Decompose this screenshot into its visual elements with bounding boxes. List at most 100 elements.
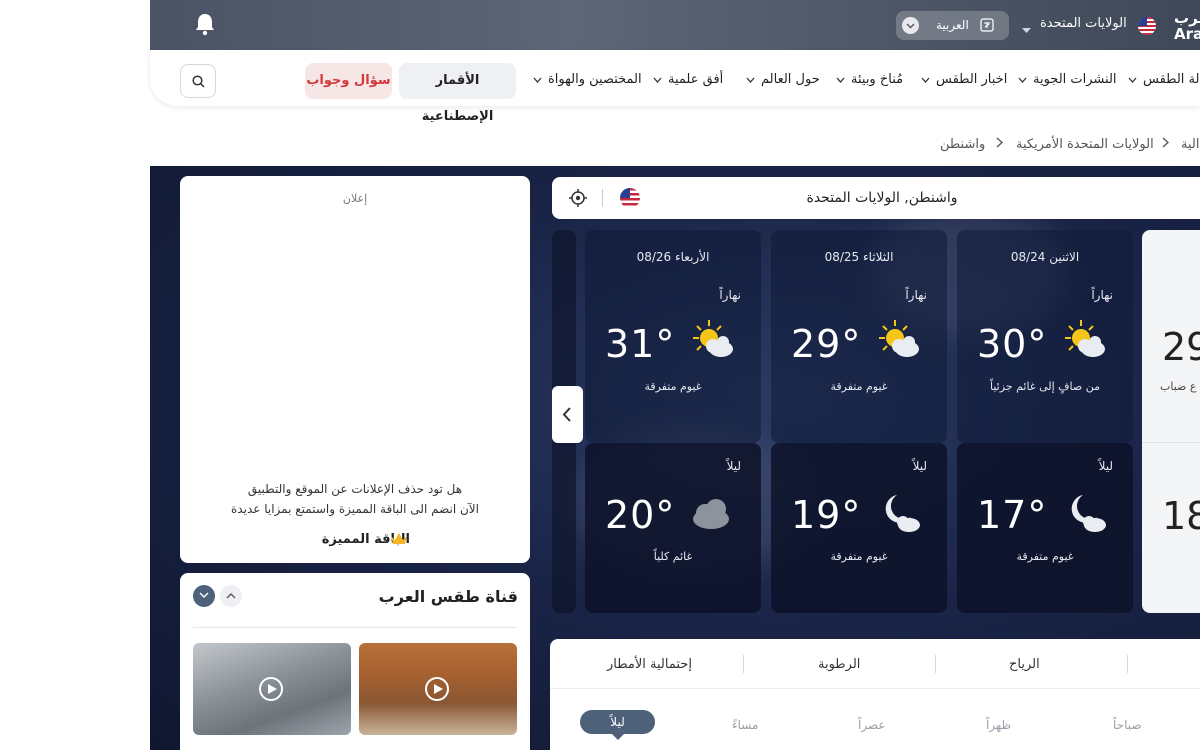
nav-label: أفق علمية xyxy=(668,72,724,87)
nav-item-climate[interactable]: مُناخ وبيئة xyxy=(836,72,903,87)
search-button[interactable] xyxy=(180,64,216,98)
forecast-day-card[interactable]: الاثنين 08/24 نهاراً 30° من صافٍ إلى غائ… xyxy=(957,230,1133,443)
us-flag-icon xyxy=(620,188,640,208)
night-temperature: 20° xyxy=(605,493,676,537)
night-temperature: 19° xyxy=(791,493,862,537)
nav-item-bulletins[interactable]: النشرات الجوية xyxy=(1018,72,1117,87)
chevron-up-icon xyxy=(226,593,236,599)
language-label: العربية xyxy=(936,18,969,32)
night-condition: غيوم متفرقة xyxy=(1016,550,1074,563)
tab-rain-probability[interactable]: إحتمالية الأمطار xyxy=(607,657,692,672)
night-period-label: ليلاً xyxy=(912,459,927,473)
logo-arabic: عرب xyxy=(1174,9,1200,27)
tab-humidity[interactable]: الرطوبة xyxy=(818,657,860,672)
day-temperature: 30° xyxy=(977,322,1048,366)
chevron-down-icon xyxy=(836,72,845,87)
chevron-left-icon xyxy=(562,407,571,422)
nav-label: مُناخ وبيئة xyxy=(851,72,904,87)
location-bar: واشنطن, الولايات المتحدة xyxy=(552,177,1200,219)
nav-item-world[interactable]: حول العالم xyxy=(746,72,820,87)
nav-label: النشرات الجوية xyxy=(1033,72,1117,87)
forecast-date: الأربعاء 08/26 xyxy=(636,250,710,264)
bell-icon[interactable] xyxy=(194,12,216,36)
forecast-date: الاثنين 08/24 xyxy=(1010,250,1080,264)
sun-cloud-icon xyxy=(685,318,737,364)
video-thumbnail[interactable] xyxy=(359,643,517,735)
day-period-label: نهاراً xyxy=(1091,288,1113,302)
forecast-prev-button[interactable] xyxy=(552,386,583,443)
play-icon xyxy=(425,677,449,701)
sun-cloud-icon xyxy=(871,318,923,364)
time-of-day-morning[interactable]: صباحاً xyxy=(1113,718,1142,732)
ad-label: إعلان xyxy=(342,192,368,205)
scroll-up-button[interactable] xyxy=(220,585,242,607)
day-condition: غيوم متفرقة xyxy=(830,380,888,393)
day-temperature: 29° xyxy=(791,322,862,366)
tab-wind[interactable]: الرياح xyxy=(1009,657,1040,672)
top-bar: العربية الولايات المتحدة عرب Ara xyxy=(150,0,1200,50)
forecast-night-card[interactable]: ليلاً 17° غيوم متفرقة xyxy=(957,443,1133,613)
nav-item-weather[interactable]: الة الطقس xyxy=(1128,72,1200,87)
current-day-temperature: 29 xyxy=(1162,325,1200,369)
divider xyxy=(550,688,1200,689)
chevron-down-icon xyxy=(1128,72,1137,87)
separator xyxy=(935,655,936,673)
forecast-day-card[interactable]: الأربعاء 08/26 نهاراً 31° غيوم متفرقة xyxy=(585,230,761,443)
forecast-night-card[interactable]: ليلاً 19° غيوم متفرقة xyxy=(771,443,947,613)
breadcrumb-item-city[interactable]: واشنطن xyxy=(940,137,985,152)
video-thumbnail[interactable] xyxy=(193,643,351,735)
satellites-button[interactable]: الأقمار الإصطناعية xyxy=(399,63,516,124)
day-period-label: نهاراً xyxy=(905,288,927,302)
premium-link[interactable]: الباقة المميزة xyxy=(300,532,410,547)
language-selector[interactable]: العربية xyxy=(896,11,1009,40)
current-night-temperature: 18 xyxy=(1162,494,1200,538)
cloud-icon xyxy=(685,491,737,537)
qa-button[interactable]: سؤال وجواب xyxy=(305,63,392,99)
current-weather-card[interactable]: 29 ع ضباب 18 xyxy=(1142,230,1200,613)
chevron-down-icon xyxy=(746,72,755,87)
crown-icon xyxy=(390,532,408,550)
moon-cloud-icon xyxy=(1057,491,1109,537)
breadcrumb-item-country[interactable]: الولايات المتحدة الأمريكية xyxy=(1016,137,1154,152)
chevron-down-icon xyxy=(902,17,919,34)
nav-label: المختصين والهواة xyxy=(548,72,642,87)
channel-title: قناة طقس العرب xyxy=(378,587,518,606)
day-temperature: 31° xyxy=(605,322,676,366)
nav-item-news[interactable]: اخبار الطقس xyxy=(921,72,1007,87)
chevron-down-icon xyxy=(1018,72,1027,87)
caret-down-icon xyxy=(1022,23,1031,38)
nav-label: حول العالم xyxy=(761,72,820,87)
ad-message-line1: هل تود حذف الإعلانات عن الموقع والتطبيق xyxy=(247,482,463,496)
logo-english: Ara xyxy=(1174,25,1200,43)
forecast-date: الثلاثاء 08/25 xyxy=(824,250,894,264)
time-of-day-afternoon[interactable]: عصراً xyxy=(858,718,886,732)
night-temperature: 17° xyxy=(977,493,1048,537)
country-label: الولايات المتحدة xyxy=(1040,16,1127,31)
night-period-label: ليلاً xyxy=(1098,459,1113,473)
nav-item-science[interactable]: أفق علمية xyxy=(653,72,723,87)
time-of-day-noon[interactable]: ظهراً xyxy=(986,718,1011,732)
chevron-down-icon xyxy=(653,72,662,87)
location-name[interactable]: واشنطن, الولايات المتحدة xyxy=(732,190,1032,206)
us-flag-icon xyxy=(1138,17,1156,35)
time-of-day-evening[interactable]: مساءً xyxy=(732,718,758,732)
chevron-right-icon xyxy=(996,137,1004,152)
day-period-label: نهاراً xyxy=(719,288,741,302)
chevron-down-icon xyxy=(921,72,930,87)
ad-panel: إعلان هل تود حذف الإعلانات عن الموقع وال… xyxy=(180,176,530,563)
chevron-down-icon xyxy=(533,72,542,87)
divider xyxy=(1142,442,1200,443)
site-logo[interactable]: عرب Ara xyxy=(1174,10,1200,42)
locate-me-icon[interactable] xyxy=(568,188,588,212)
forecast-night-card[interactable]: ليلاً 20° غائم كلياً xyxy=(585,443,761,613)
nav-label: الة الطقس xyxy=(1143,72,1200,87)
nav-item-specialists[interactable]: المختصين والهواة xyxy=(533,72,642,87)
search-icon xyxy=(192,75,205,88)
separator xyxy=(1127,655,1128,673)
time-of-day-night[interactable]: ليلاً xyxy=(580,710,655,740)
forecast-day-card[interactable]: الثلاثاء 08/25 نهاراً 29° غيوم متفرقة xyxy=(771,230,947,443)
separator xyxy=(743,655,744,673)
day-condition: غيوم متفرقة xyxy=(644,380,702,393)
scroll-down-button[interactable] xyxy=(193,585,215,607)
breadcrumb-item-home[interactable]: الية xyxy=(1181,137,1199,152)
